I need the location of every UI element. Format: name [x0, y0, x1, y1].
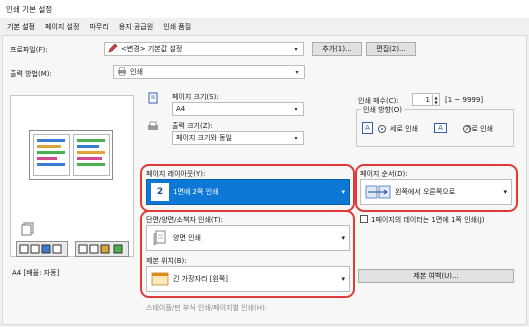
binding-select[interactable]: 긴 가장자리 [왼쪽] ▾ — [146, 266, 350, 292]
portrait-radio[interactable] — [378, 125, 386, 133]
output-method-value: 인쇄 — [130, 68, 143, 76]
preview-view-toggle-right[interactable] — [75, 241, 129, 257]
title-bar: 인쇄 기본 설정 — [0, 0, 529, 18]
output-size-label: 출력 크기(Z): — [172, 122, 213, 130]
preview-view-toggle-left[interactable] — [16, 241, 68, 257]
output-size-icon — [147, 121, 159, 135]
duplex-select[interactable]: 양면 인쇄 ▾ — [146, 225, 350, 251]
spin-arrows-icon[interactable]: ▲ ▼ — [432, 94, 439, 105]
preview-caption: A4 [배율: 자동] — [12, 269, 60, 277]
chevron-down-icon: ▾ — [294, 105, 298, 113]
duplex-value: 양면 인쇄 — [173, 234, 201, 242]
output-size-value: 페이지 크기와 동일 — [176, 134, 232, 142]
portrait-icon: A — [362, 122, 373, 134]
portrait-label: 세로 인쇄 — [390, 125, 418, 133]
profile-select[interactable]: <변경> 기본값 설정 ▾ — [104, 42, 304, 56]
page-size-select[interactable]: A4 ▾ — [172, 102, 304, 116]
tab-page-setup[interactable]: 페이지 설정 — [44, 20, 80, 34]
output-method-select[interactable]: 인쇄 ▾ — [113, 65, 305, 79]
profile-add-button[interactable]: 추가(1)... — [312, 42, 362, 56]
chevron-down-icon: ▾ — [503, 188, 507, 196]
tab-paper-source[interactable]: 용지 공급원 — [118, 20, 154, 34]
landscape-icon: A — [434, 123, 447, 133]
pencil-icon — [108, 43, 118, 55]
page-layout-label: 페이지 레이아웃(Y): — [146, 170, 206, 178]
chevron-down-icon: ▾ — [341, 234, 345, 242]
copies-value: 1 — [425, 95, 430, 104]
page-size-value: A4 — [176, 105, 186, 113]
page-size-label: 페이지 크기(S): — [172, 93, 219, 101]
landscape-label: 가로 인쇄 — [465, 125, 493, 133]
window-title: 인쇄 기본 설정 — [6, 5, 53, 14]
printer-icon — [117, 66, 127, 78]
page-layout-value: 1면에 2쪽 인쇄 — [173, 188, 219, 196]
layout-view-icon — [19, 244, 62, 254]
settings-view-icon — [78, 244, 123, 254]
copies-input[interactable]: 1 ▲ ▼ — [412, 93, 440, 106]
binding-margin-button[interactable]: 제본 여백(U)... — [358, 269, 514, 283]
staple-label: 스테이플/펀 부식 인쇄/페이지별 인쇄(H): — [146, 304, 268, 312]
tab-finishing[interactable]: 마무리 — [88, 20, 109, 34]
duplex-icon — [151, 229, 169, 247]
profile-label: 프로파일(F): — [10, 46, 48, 54]
page-preview — [10, 95, 134, 257]
profile-value: <변경> 기본값 설정 — [121, 45, 183, 53]
binding-label: 제본 위치(B): — [146, 257, 187, 265]
left-to-right-icon — [365, 183, 391, 201]
one-page-label: 1페이지의 데이터는 1면에 1쪽 인쇄(J) — [371, 216, 485, 224]
one-page-checkbox[interactable] — [360, 215, 368, 223]
copies-range: [1 ~ 9999] — [445, 96, 484, 104]
profile-edit-button[interactable]: 편집(2)... — [366, 42, 416, 56]
binding-edge-icon — [151, 270, 169, 288]
chevron-down-icon: ▾ — [341, 275, 345, 283]
chevron-down-icon: ▾ — [294, 134, 298, 142]
output-size-select[interactable]: 페이지 크기와 동일 ▾ — [172, 131, 304, 145]
tab-strip: 기본 설정 페이지 설정 마무리 용지 공급원 인쇄 품질 — [6, 20, 192, 34]
tab-print-quality[interactable]: 인쇄 품질 — [162, 20, 192, 34]
two-up-number: 2 — [156, 187, 164, 197]
chevron-down-icon: ▾ — [295, 68, 299, 76]
chevron-down-icon: ▾ — [294, 45, 298, 53]
preview-page-1 — [33, 134, 70, 176]
preview-page-2 — [73, 134, 110, 176]
preview-sheet — [29, 130, 113, 180]
tab-basic-settings[interactable]: 기본 설정 — [6, 20, 36, 34]
page-size-icon — [147, 92, 159, 106]
duplex-label: 단면/양면/소책자 인쇄(T): — [146, 216, 223, 224]
page-layout-select[interactable]: 2 1면에 2쪽 인쇄 ▾ — [146, 179, 350, 205]
two-up-icon: 2 — [151, 183, 169, 201]
output-method-label: 출력 방법(M): — [10, 70, 52, 78]
page-order-value: 왼쪽에서 오른쪽으로 — [395, 188, 456, 196]
chevron-down-icon: ▾ — [341, 188, 345, 196]
page-order-select[interactable]: 왼쪽에서 오른쪽으로 ▾ — [360, 179, 512, 205]
page-order-label: 페이지 순서(D): — [360, 170, 408, 178]
paper-stack-icon — [21, 222, 35, 238]
binding-value: 긴 가장자리 [왼쪽] — [173, 275, 228, 283]
orientation-label: 인쇄 방향(O) — [361, 105, 404, 115]
